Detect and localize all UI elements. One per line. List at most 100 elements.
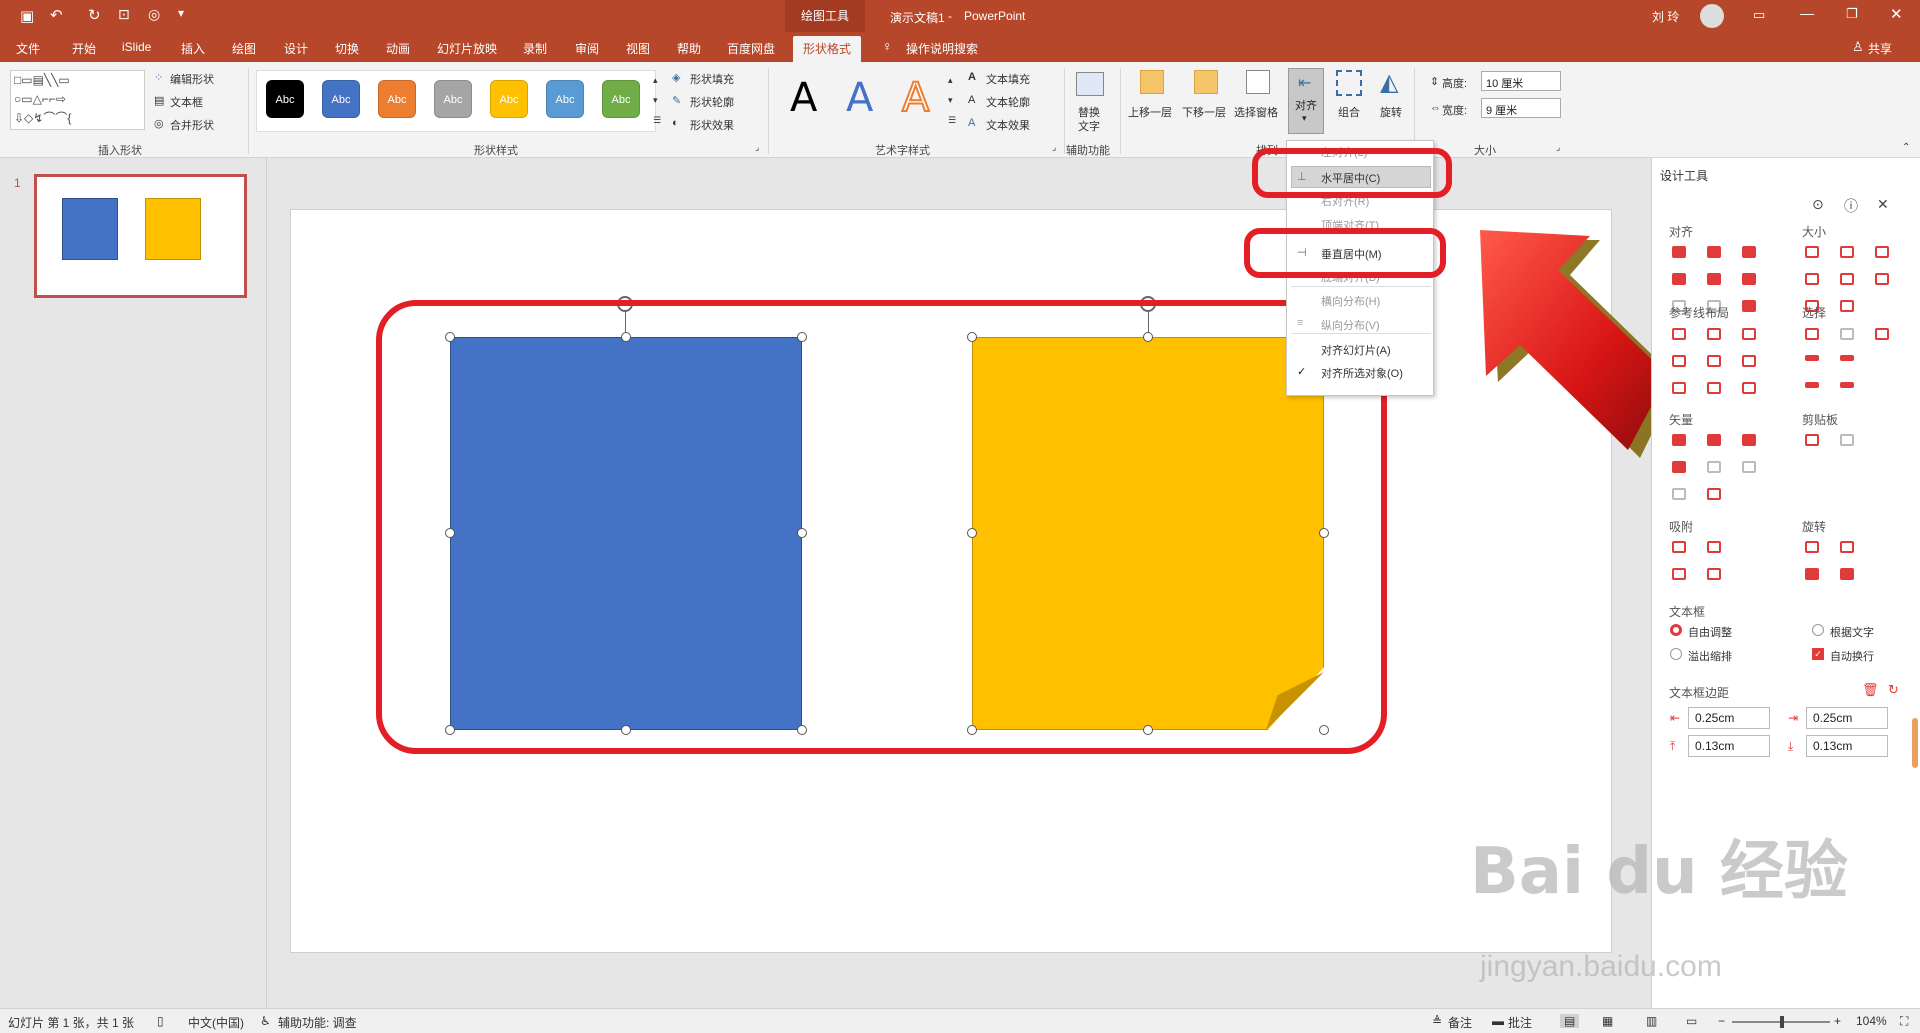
tell-me-search[interactable]: 操作说明搜索 bbox=[906, 40, 978, 57]
select-invert-icon[interactable] bbox=[1875, 328, 1889, 340]
zoom-out-icon[interactable]: − bbox=[1718, 1014, 1725, 1028]
menu-item-align-selected[interactable]: 对齐所选对象(O) bbox=[1321, 365, 1403, 381]
group-button[interactable]: 组合 bbox=[1338, 104, 1360, 120]
alt-text-button-line2[interactable]: 文字 bbox=[1078, 118, 1100, 134]
guide-middle-icon[interactable] bbox=[1707, 355, 1721, 367]
tab-home[interactable]: 开始 bbox=[72, 40, 96, 57]
zoom-slider[interactable] bbox=[1732, 1016, 1830, 1028]
pane-settings-icon[interactable]: ⊙ bbox=[1812, 196, 1824, 213]
present-icon[interactable]: ⊡ bbox=[118, 6, 130, 23]
guide-center-icon[interactable] bbox=[1707, 328, 1721, 340]
auto-adjust-radio[interactable] bbox=[1670, 624, 1682, 636]
collapse-ribbon-icon[interactable]: ⌃ bbox=[1902, 142, 1910, 153]
help-icon[interactable]: ⓘ bbox=[1844, 196, 1858, 216]
select-all-icon[interactable] bbox=[1840, 382, 1854, 388]
same-width-icon[interactable] bbox=[1805, 246, 1819, 258]
vector-link-icon[interactable] bbox=[1707, 488, 1721, 500]
merge-shapes-button[interactable]: 合并形状 bbox=[170, 117, 214, 133]
margin-top-field[interactable]: 0.13cm bbox=[1688, 735, 1770, 757]
align-left-icon[interactable] bbox=[1672, 246, 1686, 258]
share-icon[interactable]: ♙ bbox=[1852, 39, 1864, 55]
user-name[interactable]: 刘 玲 bbox=[1652, 8, 1679, 25]
shape-style-gray[interactable]: Abc bbox=[434, 80, 472, 118]
normal-view-icon[interactable]: ▤ bbox=[1560, 1014, 1580, 1028]
shape-style-orange[interactable]: Abc bbox=[378, 80, 416, 118]
tab-draw[interactable]: 绘图 bbox=[232, 40, 256, 57]
tab-slideshow[interactable]: 幻灯片放映 bbox=[437, 40, 497, 57]
align-bottom-icon[interactable] bbox=[1742, 273, 1756, 285]
vector-edit-icon[interactable] bbox=[1742, 461, 1756, 473]
tab-help[interactable]: 帮助 bbox=[677, 40, 701, 57]
redo-icon[interactable]: ↻ bbox=[88, 6, 101, 24]
stretch-left-icon[interactable] bbox=[1805, 273, 1819, 285]
vector-fragment-icon[interactable] bbox=[1742, 434, 1756, 446]
height-field[interactable]: 10 厘米 bbox=[1481, 71, 1561, 91]
comments-button[interactable]: 批注 bbox=[1508, 1014, 1532, 1031]
stretch-bottom-icon[interactable] bbox=[1840, 300, 1854, 312]
touch-mode-icon[interactable]: ◎ bbox=[148, 6, 160, 23]
shapes-gallery[interactable]: □▭▤╲╲▭ ○▭△⌐⌐⇨ ⇩◇↯⌒⌒{ bbox=[10, 70, 145, 130]
pane-scrollbar[interactable] bbox=[1912, 718, 1918, 768]
guide-left-icon[interactable] bbox=[1672, 328, 1686, 340]
tab-shape-format[interactable]: 形状格式 bbox=[793, 36, 862, 65]
guide-right-icon[interactable] bbox=[1742, 328, 1756, 340]
tab-view[interactable]: 视图 bbox=[626, 40, 650, 57]
text-effects-button[interactable]: 文本效果 bbox=[986, 117, 1030, 133]
shape-fill-button[interactable]: 形状填充 bbox=[690, 71, 734, 87]
same-height-icon[interactable] bbox=[1840, 246, 1854, 258]
shape-outline-button[interactable]: 形状轮廓 bbox=[690, 94, 734, 110]
edit-shape-button[interactable]: 编辑形状 bbox=[170, 71, 214, 87]
flip-h-icon[interactable] bbox=[1805, 568, 1819, 580]
margin-right-field[interactable]: 0.25cm bbox=[1806, 707, 1888, 729]
flip-v-icon[interactable] bbox=[1840, 568, 1854, 580]
guide-bottom-icon[interactable] bbox=[1742, 355, 1756, 367]
align-button[interactable]: ⇤ 对齐 ▾ bbox=[1288, 68, 1324, 134]
select-same-icon[interactable] bbox=[1805, 328, 1819, 340]
shape-style-gold[interactable]: Abc bbox=[490, 80, 528, 118]
select-bottom-icon[interactable] bbox=[1805, 382, 1819, 388]
tab-record[interactable]: 录制 bbox=[523, 40, 547, 57]
pane-close-icon[interactable]: ✕ bbox=[1877, 196, 1889, 213]
customize-qat-icon[interactable]: ▾ bbox=[178, 6, 184, 20]
rotate-left-icon[interactable] bbox=[1805, 541, 1819, 553]
fit-text-radio[interactable] bbox=[1812, 624, 1824, 636]
align-middle-icon[interactable] bbox=[1707, 273, 1721, 285]
guide-height-icon[interactable] bbox=[1707, 382, 1721, 394]
send-backward-button[interactable]: 下移一层 bbox=[1182, 104, 1226, 120]
snap-left-icon[interactable] bbox=[1672, 541, 1686, 553]
select-top-icon[interactable] bbox=[1805, 355, 1819, 361]
shape-effects-button[interactable]: 形状效果 bbox=[690, 117, 734, 133]
vector-combine-icon[interactable] bbox=[1707, 434, 1721, 446]
wordart-black[interactable]: A bbox=[790, 76, 817, 120]
dialog-launcher-icon[interactable]: ⌟ bbox=[1052, 142, 1056, 153]
wordart-blue[interactable]: A bbox=[846, 76, 873, 120]
share-button[interactable]: 共享 bbox=[1868, 40, 1892, 57]
zoom-level[interactable]: 104% bbox=[1856, 1014, 1887, 1028]
text-outline-button[interactable]: 文本轮廓 bbox=[986, 94, 1030, 110]
save-icon[interactable]: ▣ bbox=[20, 7, 34, 25]
reading-view-icon[interactable]: ▥ bbox=[1646, 1014, 1657, 1028]
notes-button[interactable]: 备注 bbox=[1448, 1014, 1472, 1031]
snap-top-icon[interactable] bbox=[1672, 568, 1686, 580]
tab-baidu-netdisk[interactable]: 百度网盘 bbox=[727, 40, 775, 57]
margin-left-field[interactable]: 0.25cm bbox=[1688, 707, 1770, 729]
zoom-in-icon[interactable]: + bbox=[1834, 1014, 1841, 1028]
shape-style-lightblue[interactable]: Abc bbox=[546, 80, 584, 118]
maximize-icon[interactable]: ❐ bbox=[1846, 6, 1858, 22]
close-icon[interactable]: ✕ bbox=[1890, 5, 1903, 23]
dialog-launcher-icon[interactable]: ⌟ bbox=[1556, 142, 1560, 153]
rotate-right-icon[interactable] bbox=[1840, 541, 1854, 553]
slide-sorter-icon[interactable]: ▦ bbox=[1602, 1014, 1613, 1028]
vector-intersect-icon[interactable] bbox=[1672, 461, 1686, 473]
shape-style-blue[interactable]: Abc bbox=[322, 80, 360, 118]
wordart-orange[interactable]: A bbox=[901, 75, 930, 121]
reset-icon[interactable]: ↻ bbox=[1888, 682, 1899, 698]
same-size-icon[interactable] bbox=[1875, 246, 1889, 258]
tab-design[interactable]: 设计 bbox=[284, 40, 308, 57]
snap-right-icon[interactable] bbox=[1707, 541, 1721, 553]
align-right-icon[interactable] bbox=[1742, 246, 1756, 258]
minimize-icon[interactable]: — bbox=[1800, 5, 1814, 21]
copy-icon[interactable] bbox=[1805, 434, 1819, 446]
margin-bottom-field[interactable]: 0.13cm bbox=[1806, 735, 1888, 757]
trash-icon[interactable]: 🗑 bbox=[1862, 682, 1879, 698]
